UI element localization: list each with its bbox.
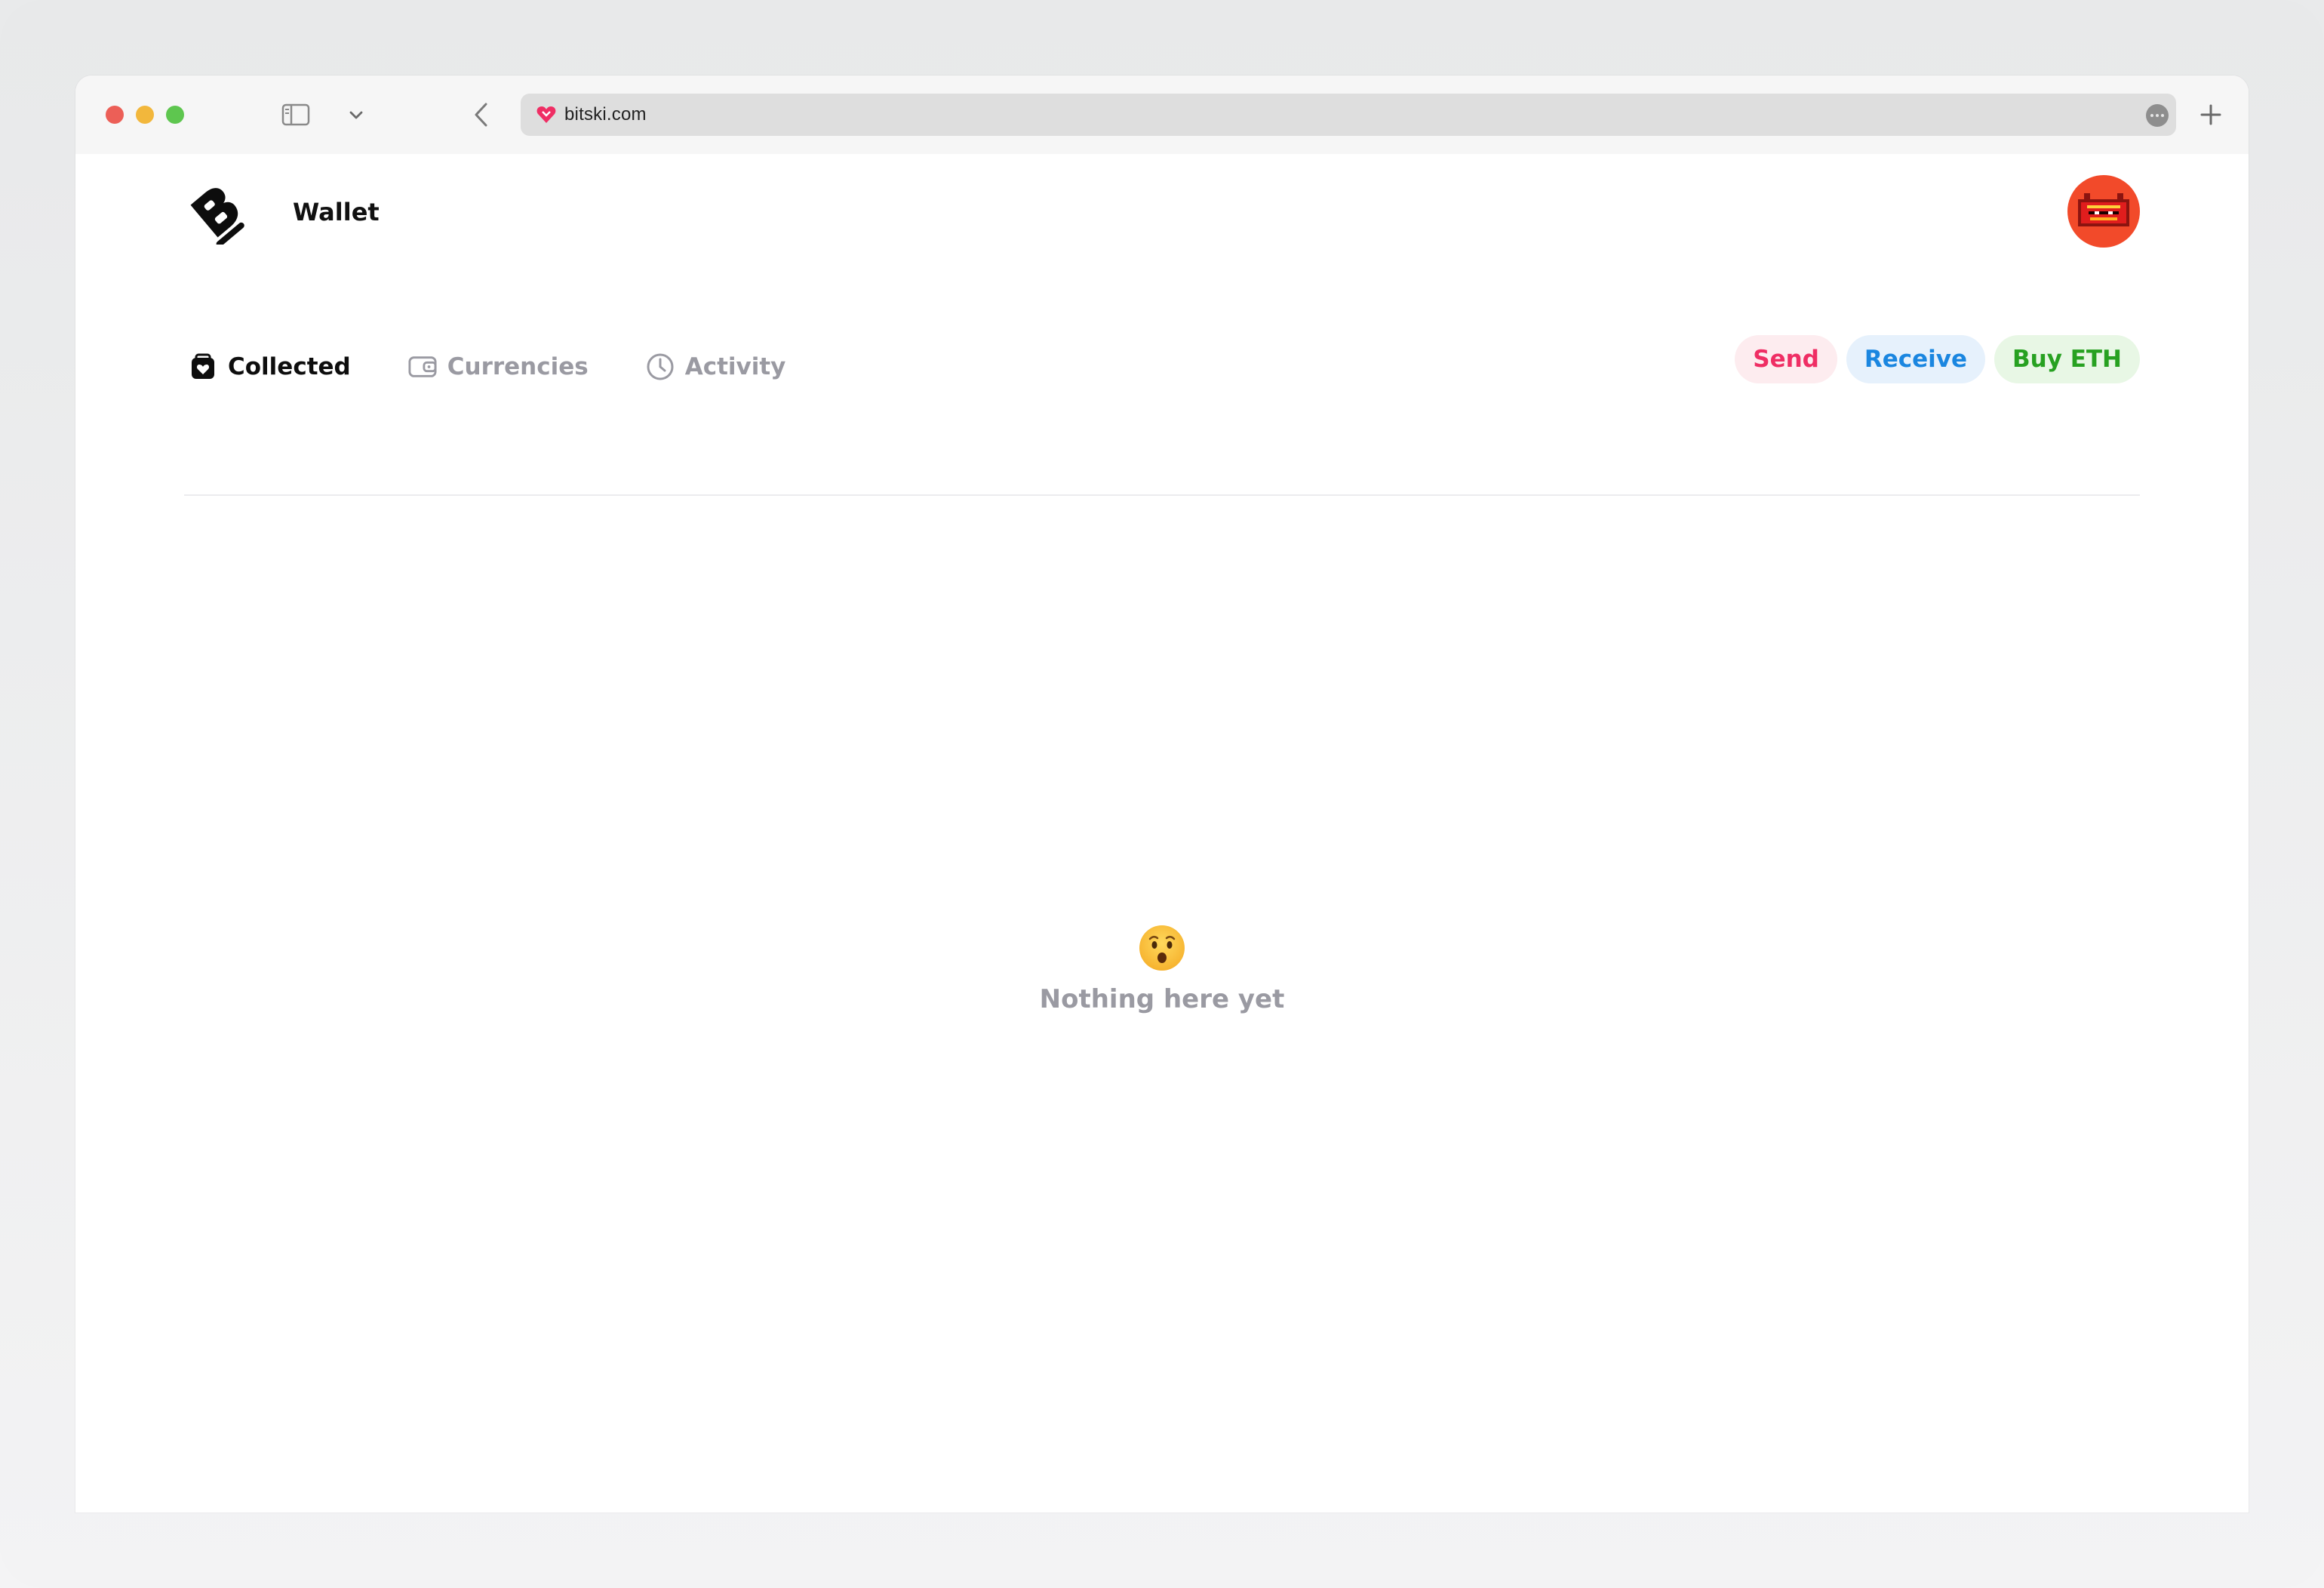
tab-label: Currencies: [447, 353, 589, 380]
wallet-actions: Send Receive Buy ETH: [1735, 335, 2140, 383]
tab-label: Collected: [228, 353, 351, 380]
clock-icon: [646, 352, 675, 381]
tab-label: Activity: [684, 353, 786, 380]
page-title: Wallet: [293, 198, 380, 226]
tab-activity[interactable]: Activity: [646, 352, 786, 381]
bitski-b-logo[interactable]: [189, 181, 249, 248]
tab-currencies[interactable]: Currencies: [408, 352, 589, 381]
send-button[interactable]: Send: [1735, 335, 1837, 383]
browser-toolbar: bitski.com: [75, 75, 2249, 154]
tab-collected[interactable]: Collected: [189, 352, 351, 381]
zoom-window-button[interactable]: [166, 106, 184, 124]
bitski-heart-icon: [536, 104, 557, 125]
page-content: Wallet Collected Currencies Activity Sen…: [75, 154, 2249, 1513]
browser-window: bitski.com Wallet Collected Currencies A…: [75, 75, 2249, 1513]
empty-state-text: Nothing here yet: [1039, 984, 1285, 1014]
buy-eth-button[interactable]: Buy ETH: [1994, 335, 2140, 383]
bag-heart-icon: [189, 352, 217, 381]
wallet-icon: [408, 352, 437, 381]
hushed-face-icon: [1138, 924, 1186, 972]
address-bar[interactable]: bitski.com: [521, 94, 2176, 136]
new-tab-plus-icon[interactable]: [2196, 98, 2226, 131]
more-options-icon[interactable]: [2146, 104, 2169, 127]
minimize-window-button[interactable]: [136, 106, 154, 124]
user-avatar[interactable]: [2067, 175, 2140, 248]
url-text: bitski.com: [564, 104, 647, 125]
tabs-divider: [184, 494, 2140, 496]
chevron-down-icon[interactable]: [346, 104, 367, 125]
close-window-button[interactable]: [106, 106, 124, 124]
sidebar-toggle-icon[interactable]: [281, 103, 311, 127]
back-arrow-icon[interactable]: [468, 100, 495, 130]
wallet-tabs: Collected Currencies Activity: [189, 344, 843, 389]
receive-button[interactable]: Receive: [1846, 335, 1986, 383]
empty-state: Nothing here yet: [75, 924, 2249, 1014]
